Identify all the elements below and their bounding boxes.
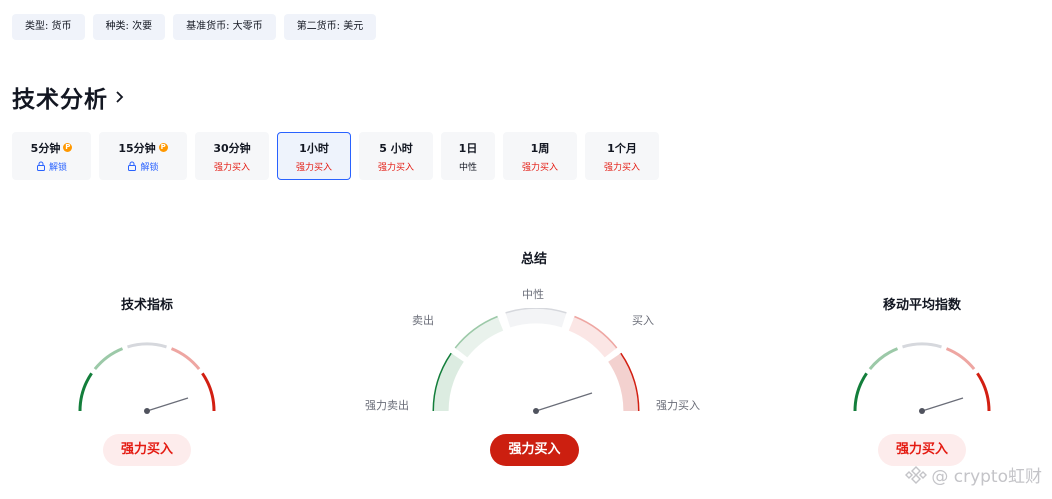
tab-1d[interactable]: 1日 中性 (441, 132, 495, 180)
tab-rating: 强力买入 (603, 162, 640, 173)
premium-icon: P (158, 143, 168, 152)
tab-unlock-label[interactable]: 解锁 (140, 160, 158, 173)
watermark: @ crypto虹财 (905, 462, 1042, 487)
tab-rating: 强力买入 (213, 162, 250, 173)
tab-label: 15分钟 (118, 141, 156, 155)
tab-label: 1日 (458, 141, 478, 155)
page-title: 技术分析 (12, 87, 108, 113)
moving-averages-gauge (853, 342, 991, 414)
premium-icon: P (63, 143, 73, 152)
tab-1h[interactable]: 1小时 强力买入 (277, 132, 351, 180)
tab-5m[interactable]: 5分钟 P 解锁 (12, 132, 91, 180)
summary-rating: 强力买入 (490, 434, 579, 466)
tab-unlock-label[interactable]: 解锁 (49, 160, 67, 173)
oscillators-rating: 强力买入 (103, 434, 191, 466)
tab-label: 1周 (530, 141, 550, 155)
technical-analysis-heading[interactable]: 技术分析 (12, 80, 126, 114)
tab-rating: 强力买入 (521, 162, 558, 173)
label-neutral: 中性 (522, 288, 544, 301)
tag-quote-currency[interactable]: 第二货币: 美元 (283, 14, 377, 40)
tab-rating: 中性 (458, 162, 477, 173)
chevron-right-icon (116, 91, 124, 103)
label-strong-sell: 强力卖出 (365, 399, 409, 412)
tag-category[interactable]: 种类: 次要 (92, 14, 166, 40)
tab-label: 1个月 (607, 141, 637, 155)
tag-base-currency[interactable]: 基准货币: 大零币 (173, 14, 276, 40)
binance-logo-icon (905, 465, 928, 484)
tab-1w[interactable]: 1周 强力买入 (503, 132, 577, 180)
tab-1mo[interactable]: 1个月 强力买入 (585, 132, 659, 180)
lock-icon (36, 161, 45, 171)
watermark-text: @ crypto虹财 (931, 467, 1042, 487)
oscillators-title: 技术指标 (120, 298, 173, 313)
tab-5h[interactable]: 5 小时 强力买入 (359, 132, 433, 180)
tag-type[interactable]: 类型: 货币 (12, 14, 85, 40)
moving-averages-title: 移动平均指数 (882, 298, 961, 313)
summary-gauge (432, 308, 640, 414)
tab-label: 5 小时 (379, 141, 413, 155)
lock-icon (128, 161, 137, 171)
timeframe-tabs: 5分钟 P 解锁 15分钟 P 解锁 30分钟 强力买入 1小时 强力买入 5 小时… (12, 132, 659, 180)
tab-label: 1小时 (299, 141, 329, 155)
tab-30m[interactable]: 30分钟 强力买入 (195, 132, 269, 180)
symbol-tags: 类型: 货币 种类: 次要 基准货币: 大零币 第二货币: 美元 (12, 14, 377, 40)
tab-15m[interactable]: 15分钟 P 解锁 (99, 132, 187, 180)
tab-label: 30分钟 (213, 141, 251, 155)
tab-rating: 强力买入 (377, 162, 414, 173)
oscillators-gauge (78, 342, 216, 414)
summary-title: 总结 (520, 252, 547, 267)
tab-label: 5分钟 (30, 141, 61, 155)
tab-rating: 强力买入 (295, 162, 332, 173)
label-strong-buy: 强力买入 (656, 399, 700, 412)
